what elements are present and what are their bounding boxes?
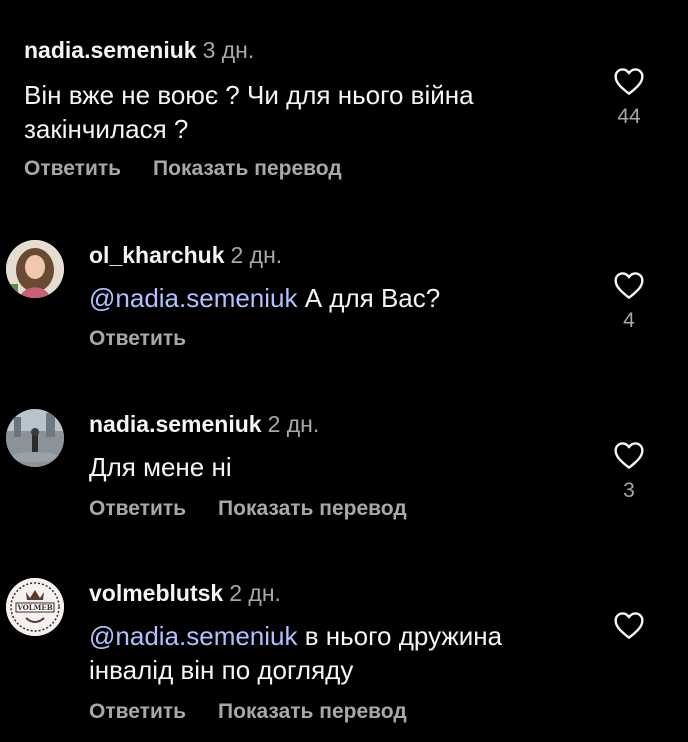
profile-photo-icon	[6, 409, 64, 467]
comment-text: @nadia.semeniuk А для Вас?	[89, 281, 569, 315]
comment-username[interactable]: volmeblutsk	[89, 580, 223, 606]
comment-time: 2 дн.	[267, 411, 320, 437]
heart-icon[interactable]	[613, 270, 645, 300]
like-count: 4	[623, 309, 635, 332]
comment-header: ol_kharchuk 2 дн.	[89, 241, 282, 269]
like-count: 44	[617, 105, 641, 128]
mention-link[interactable]: @nadia.semeniuk	[89, 621, 298, 651]
like-control: 3	[599, 440, 659, 504]
profile-photo-icon	[6, 240, 64, 298]
comment-body: А для Вас?	[297, 283, 441, 313]
comment-text: Він вже не воює ? Чи для нього війна зак…	[24, 78, 564, 146]
svg-text:VOLMEB: VOLMEB	[16, 603, 52, 612]
show-translation-button[interactable]: Показать перевод	[153, 156, 342, 182]
comment-text: Для мене ні	[89, 450, 569, 484]
reply-button[interactable]: Ответить	[89, 699, 186, 725]
comment-time: 3 дн.	[202, 37, 255, 63]
comment-header: nadia.semeniuk 3 дн.	[24, 36, 254, 64]
heart-icon[interactable]	[613, 610, 645, 640]
avatar[interactable]	[6, 240, 64, 298]
reply-button[interactable]: Ответить	[89, 326, 186, 352]
like-control: 4	[599, 270, 659, 334]
avatar[interactable]: VOLMEB	[6, 578, 64, 636]
avatar[interactable]	[6, 409, 64, 467]
comment-actions: Ответить Показать перевод	[24, 156, 374, 182]
show-translation-button[interactable]: Показать перевод	[218, 699, 407, 725]
comment-header: nadia.semeniuk 2 дн.	[89, 410, 319, 438]
like-control	[599, 610, 659, 640]
reply-button[interactable]: Ответить	[24, 156, 121, 182]
comment-time: 2 дн.	[229, 580, 281, 606]
heart-icon[interactable]	[613, 66, 645, 96]
comment-username[interactable]: nadia.semeniuk	[89, 411, 262, 437]
comment-body: Для мене ні	[89, 452, 232, 482]
like-control: 44	[599, 66, 659, 130]
comment-actions: Ответить Показать перевод	[89, 496, 439, 522]
comment-text: @nadia.semeniuk в нього дружина інвалід …	[89, 619, 569, 687]
reply-button[interactable]: Ответить	[89, 496, 186, 522]
comment-username[interactable]: ol_kharchuk	[89, 242, 225, 268]
like-count: 3	[623, 479, 635, 502]
comment-header: volmeblutsk 2 дн.	[89, 579, 281, 607]
comment-actions: Ответить Показать перевод	[89, 699, 439, 725]
mention-link[interactable]: @nadia.semeniuk	[89, 283, 298, 313]
comment-body: Він вже не воює ? Чи для нього війна зак…	[24, 80, 474, 144]
comment-username[interactable]: nadia.semeniuk	[24, 37, 197, 63]
comment-time: 2 дн.	[230, 242, 283, 268]
heart-icon[interactable]	[613, 440, 645, 470]
comment-actions: Ответить	[89, 326, 218, 352]
logo-icon: VOLMEB	[6, 578, 64, 636]
show-translation-button[interactable]: Показать перевод	[218, 496, 407, 522]
